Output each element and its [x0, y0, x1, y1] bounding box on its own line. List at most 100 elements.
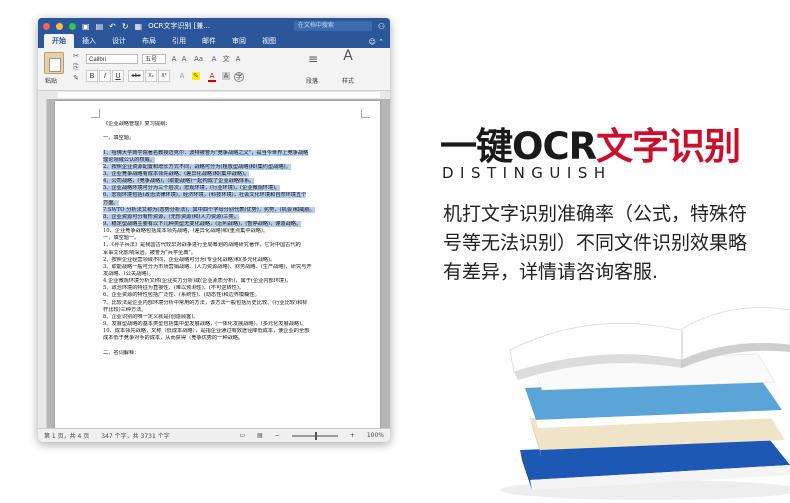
shrink-font-icon[interactable]: A — [180, 55, 188, 63]
tab-mailings[interactable]: 邮件 — [194, 34, 224, 48]
document-line[interactable] — [103, 142, 354, 149]
minimize-window-button[interactable] — [56, 22, 63, 30]
italic-button[interactable]: I — [99, 70, 111, 82]
document-line[interactable]: 理论领域公认的权威。 — [103, 156, 354, 164]
document-line-text: 7.SWTO 分析法又称为(态势分析法)，其中四个字母分别代表(优势)，劣势，(… — [103, 206, 315, 213]
phonetic-icon[interactable]: 文 — [222, 55, 230, 63]
document-line[interactable]: 杆比较)三种方法。 — [103, 307, 354, 314]
print-layout-icon[interactable]: ▭ — [239, 432, 245, 439]
subscript-button[interactable]: X₂ — [145, 70, 157, 82]
underline-button[interactable]: U — [112, 70, 124, 82]
document-line[interactable]: 军事文化影响深远，被誉为"兵学圣典"。 — [103, 250, 354, 257]
document-line[interactable]: 4、公司战略，(竞争战略)，(职能战略)一起构成了企业战略体系。 — [103, 178, 354, 185]
document-line-text: 1、哈佛大学商学院著名教授迈克尔．波特被誉为"竞争战略之父"，是当今世界上竞争战… — [103, 149, 309, 156]
document-line[interactable]: 10、成本领先战略，又称（低成本战略），是指企业通过有效途径降低成本，使企业的全… — [103, 328, 354, 335]
document-line[interactable]: 6、宏观环境包括(政治法律环境)，经济环境，(科技环境)，社会文化环境和自然环境… — [103, 192, 354, 199]
styles-icon[interactable]: A — [340, 49, 356, 68]
document-line[interactable]: 2、按照企业经营领域不同，企业战略可分为(专业化战略)和(多元化战略)。 — [103, 257, 354, 264]
highlight-color-icon[interactable]: ✎ — [192, 72, 200, 80]
tab-layout[interactable]: 布局 — [134, 34, 164, 48]
document-line[interactable]: 二、名词解释： — [103, 350, 354, 357]
styles-label: 样式 — [342, 78, 355, 85]
close-window-button[interactable] — [43, 22, 50, 30]
char-border-icon[interactable]: A — [234, 55, 242, 63]
document-line[interactable]: 3、职能战略一般可分为市场营销战略、(人力资源战略)、财务战略、(生产战略)、研… — [103, 264, 354, 271]
bold-button[interactable]: B — [86, 70, 98, 82]
font-color-icon[interactable]: A — [208, 72, 216, 82]
document-line[interactable]: 5、政治环境的特征为直接性、(难以预测性)、(不可逆转性)。 — [103, 285, 354, 292]
page-count[interactable]: 第 1 页，共 4 页 — [44, 431, 89, 440]
document-line[interactable]: 8、企业识别的唯一定义就是(创造顾客)。 — [103, 314, 354, 321]
document-line[interactable]: 发战略、(公关战略)。 — [103, 271, 354, 278]
document-line[interactable]: 1、《孙子兵法》是我国古代较早对战争进行全局筹划的战略研究著作，它对中国古代的 — [103, 242, 354, 249]
document-line[interactable]: 1、哈佛大学商学院著名教授迈克尔．波特被誉为"竞争战略之父"，是当今世界上竞争战… — [103, 149, 354, 157]
zoom-out-icon[interactable]: − — [275, 432, 280, 439]
document-line[interactable]: 《企业战略管理》复习提纲： — [103, 121, 354, 128]
sidebar-icon[interactable]: ▣ — [82, 22, 90, 31]
copy-icon[interactable]: ⎘ — [72, 63, 80, 71]
char-shading-icon[interactable]: A — [222, 72, 230, 80]
document-line[interactable]: 成本低于竞争对手的成本，从而获得（竞争优势的一种战略。 — [103, 335, 354, 342]
zoom-level[interactable]: 100% — [367, 432, 384, 439]
paste-button[interactable] — [44, 52, 64, 74]
word-count[interactable]: 347 个字，共 3731 个字 — [101, 431, 169, 440]
document-line[interactable]: 3、企业竞争战略有成本领先战略、(差异化战略)和(集中战略)。 — [103, 170, 354, 178]
tab-references[interactable]: 引用 — [164, 34, 194, 48]
document-line[interactable]: 7.SWTO 分析法又称为(态势分析法)，其中四个字母分别代表(优势)，劣势，(… — [103, 206, 354, 214]
paragraph-label: 段落 — [306, 78, 319, 85]
document-line[interactable]: 一、填空题。 — [103, 135, 354, 142]
document-line[interactable]: 一、填空题一。 — [103, 235, 354, 242]
redo-icon[interactable]: ↻ — [122, 22, 129, 31]
zoom-in-icon[interactable]: + — [350, 432, 355, 439]
tab-review[interactable]: 审阅 — [224, 34, 254, 48]
tab-view[interactable]: 视图 — [254, 34, 284, 48]
document-line[interactable]: 5、企业战略环境可分为三个层次，宏观环境，(行业环境)，(企业微观环境)。 — [103, 185, 354, 192]
word-window: ▣ ▤ ↶ ↻ ▦ OCR文字识别 [兼... 在文档中搜索 ⚇ 开始 插入 设… — [38, 18, 390, 442]
document-line-text: 9、发展型战略的基本类型包括集中型发展战略，(一体化发展战略)，(多元化发展战略… — [103, 320, 307, 327]
document-line[interactable]: 7、比较法是企业内部环境分析中常用的方法，该方法一般包括历史比较、(行业比较)和… — [103, 300, 354, 307]
zoom-window-button[interactable] — [69, 22, 76, 30]
document-page[interactable]: 《企业战略管理》复习提纲： 一、填空题。 1、哈佛大学商学院著名教授迈克尔．波特… — [55, 101, 380, 428]
change-case-icon[interactable]: Aa — [194, 55, 203, 63]
tab-design[interactable]: 设计 — [104, 34, 134, 48]
document-line[interactable] — [103, 128, 354, 135]
strikethrough-button[interactable]: abc — [128, 70, 144, 82]
document-line[interactable]: 方面。 — [103, 199, 354, 207]
document-line[interactable] — [103, 342, 354, 349]
vertical-ruler[interactable] — [38, 99, 47, 428]
document-line[interactable]: 4.企业微观环境分析又称(企业实力分析)或(企业素质分析)，属于(企业内部环境)… — [103, 278, 354, 285]
text-effects-icon[interactable]: A — [178, 72, 186, 80]
paragraph-icon[interactable]: ≡ — [306, 53, 320, 69]
zoom-slider[interactable] — [291, 431, 338, 440]
document-line[interactable]: 8、企业资源可分有形资源，(无形资源)和(人力资源)三类。 — [103, 213, 354, 221]
zoom-slider-handle[interactable] — [314, 431, 317, 440]
document-line[interactable]: 9、稳定型战略主要有以下几种类型无变化战略，(近利战略)，(暂停战略)，谨造战略… — [103, 220, 354, 228]
document-line[interactable]: 10、企业竞争战略包括成本领先战略，(差异化战略)和(重点集中战略)。 — [103, 228, 354, 235]
cut-icon[interactable]: ✂ — [72, 52, 80, 60]
tab-home[interactable]: 开始 — [44, 34, 74, 48]
web-layout-icon[interactable]: ▤ — [257, 432, 263, 439]
document-line-text: 二、名词解释： — [103, 349, 140, 356]
enclosed-char-icon[interactable]: 字 — [234, 72, 244, 82]
tab-insert[interactable]: 插入 — [74, 34, 104, 48]
document-line-text: 4、公司战略，(竞争战略)，(职能战略)一起构成了企业战略体系。 — [103, 178, 255, 185]
grow-font-icon[interactable]: A — [170, 55, 178, 63]
font-name-select[interactable]: Calibri — [86, 54, 138, 64]
search-input[interactable]: 在文档中搜索 — [293, 21, 372, 31]
font-size-select[interactable]: 五号 — [142, 54, 166, 64]
ribbon-options-icon[interactable]: ☺ ⌃ — [369, 36, 390, 48]
superscript-button[interactable]: X² — [158, 70, 170, 82]
document-line-text: 10、企业竞争战略包括成本领先战略，(差异化战略)和(重点集中战略)。 — [103, 228, 269, 235]
document-line-text: 发战略、(公关战略)。 — [103, 270, 154, 277]
share-icon[interactable]: ⚇ — [378, 22, 385, 31]
document-line[interactable]: 2、按照企业资源配置和增长方式不同，战略可分为(粗放型战略)和(集约型战略)。 — [103, 163, 354, 171]
clear-format-icon[interactable]: A — [210, 55, 218, 63]
document-line[interactable]: 9、发展型战略的基本类型包括集中型发展战略，(一体化发展战略)，(多元化发展战略… — [103, 321, 354, 328]
format-painter-icon[interactable]: ✎ — [72, 74, 80, 82]
document-line[interactable]: 6、企业资源的特性包括广泛性、(系统性)、(动态性)和边界模糊性。 — [103, 292, 354, 299]
document-line-text: 5、企业战略环境可分为三个层次，宏观环境，(行业环境)，(企业微观环境)。 — [103, 185, 281, 192]
save-icon[interactable]: ▤ — [96, 22, 104, 31]
document-line-text: 8、企业资源可分有形资源，(无形资源)和(人力资源)三类。 — [103, 213, 239, 220]
document-line-text: 成本低于竞争对手的成本，从而获得（竞争优势的一种战略。 — [103, 335, 244, 342]
undo-icon[interactable]: ↶ — [109, 22, 116, 31]
